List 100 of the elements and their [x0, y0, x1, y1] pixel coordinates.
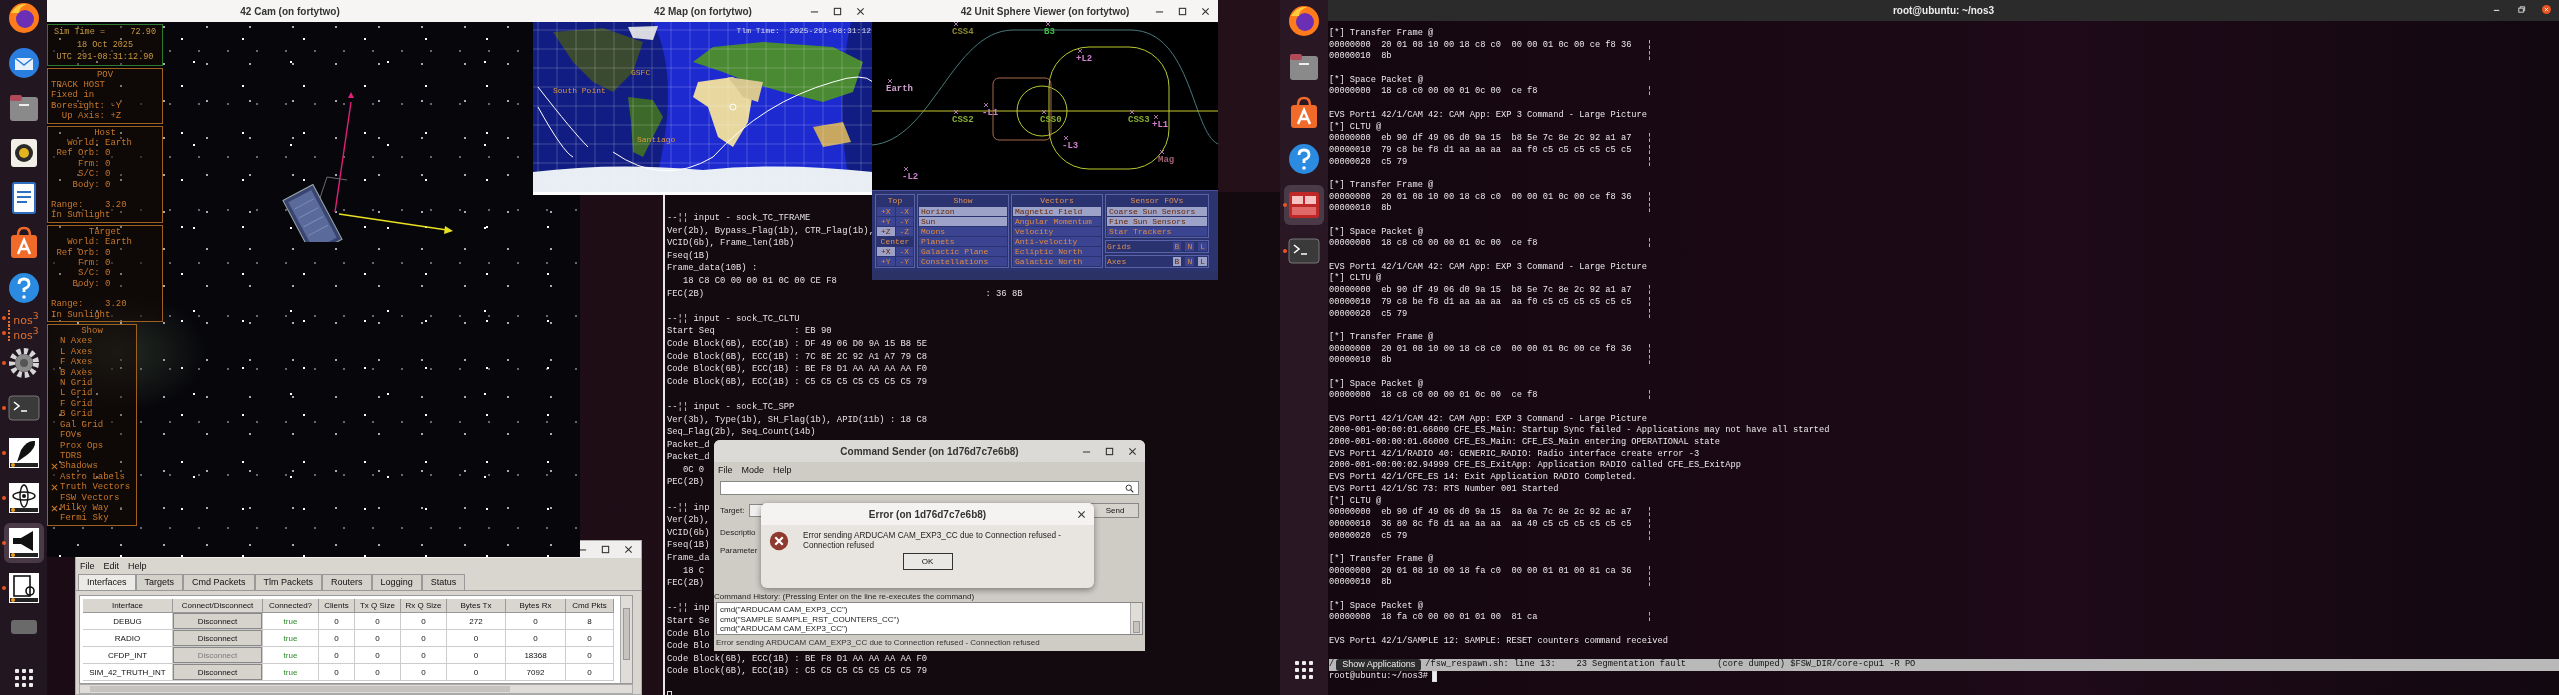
- maximize-icon[interactable]: [833, 7, 842, 16]
- menu-item[interactable]: Mode: [741, 464, 765, 476]
- menu-item[interactable]: File: [80, 560, 95, 572]
- hud-option[interactable]: FSW Vectors: [60, 492, 120, 503]
- disconnect-button[interactable]: Disconnect: [173, 630, 262, 646]
- view-button[interactable]: -X: [895, 206, 913, 216]
- hud-option[interactable]: Gal Grid: [60, 419, 104, 431]
- hud-option[interactable]: B Axes: [60, 367, 93, 379]
- hud-option[interactable]: F Axes: [60, 357, 93, 368]
- check-mark-icon[interactable]: [51, 483, 58, 491]
- menu-item[interactable]: Help: [128, 560, 147, 572]
- toggle-button[interactable]: Magnetic Field: [1013, 206, 1101, 216]
- close-icon[interactable]: [624, 545, 633, 554]
- maximize-icon[interactable]: [601, 545, 610, 554]
- ok-button[interactable]: OK: [902, 553, 953, 570]
- hud-option[interactable]: N Axes: [60, 336, 93, 347]
- close-icon[interactable]: [1128, 447, 1137, 456]
- view-button[interactable]: -Y: [895, 257, 913, 266]
- history-entry[interactable]: cmd("SAMPLE SAMPLE_RST_COUNTERS_CC"): [720, 614, 1127, 624]
- view-button[interactable]: +X: [877, 247, 895, 256]
- send-button[interactable]: Send: [1091, 503, 1139, 518]
- megaphone-icon[interactable]: [3, 522, 44, 563]
- toggle-button[interactable]: B: [1172, 256, 1182, 266]
- menu-item[interactable]: Help: [773, 464, 792, 476]
- column-header[interactable]: Bytes Rx: [506, 599, 566, 613]
- tab[interactable]: Tlm Packets: [254, 574, 323, 590]
- disconnect-button[interactable]: Disconnect: [173, 664, 262, 680]
- disconnect-button[interactable]: Disconnect: [173, 613, 262, 629]
- toggle-button[interactable]: Ecliptic North: [1013, 246, 1101, 256]
- toggle-button[interactable]: N: [1185, 256, 1195, 266]
- toggle-button[interactable]: Star Trackers: [1107, 226, 1207, 236]
- maximize-icon[interactable]: [1178, 7, 1187, 16]
- view-button[interactable]: -Y: [895, 216, 913, 226]
- toggle-button[interactable]: Anti-velocity: [1013, 236, 1101, 246]
- tab[interactable]: Status: [421, 574, 466, 590]
- toggle-button[interactable]: Planets: [919, 236, 1007, 246]
- maximize-icon[interactable]: [1105, 447, 1114, 456]
- column-header[interactable]: Cmd Pkts: [566, 599, 614, 613]
- view-button[interactable]: +Z: [877, 226, 895, 236]
- launcher-logo[interactable]: nos$^{3}$: [8, 324, 39, 342]
- hud-option[interactable]: Prox Ops: [60, 440, 104, 451]
- scrollbar[interactable]: [620, 596, 632, 683]
- toggle-button[interactable]: Sun: [919, 216, 1007, 226]
- column-header[interactable]: Connected?: [263, 599, 319, 613]
- toggle-button[interactable]: Constellations: [919, 256, 1007, 266]
- history-entry[interactable]: cmd("ARDUCAM CAM_EXP3_CC"): [720, 605, 1127, 615]
- hud-option[interactable]: Milky Way: [60, 502, 109, 514]
- hud-option[interactable]: FOVs: [60, 430, 82, 441]
- hud-option[interactable]: Fermi Sky: [60, 513, 109, 524]
- browser-icon[interactable]: [6, 1, 41, 36]
- column-header[interactable]: Clients: [319, 599, 355, 613]
- view-button[interactable]: -X: [895, 247, 913, 256]
- toggle-button[interactable]: Velocity: [1013, 226, 1101, 236]
- check-mark-icon[interactable]: [51, 504, 58, 512]
- search-field[interactable]: [720, 481, 1139, 495]
- restore-icon[interactable]: [2517, 5, 2526, 14]
- column-header[interactable]: Tx Q Size: [355, 599, 401, 613]
- hud-option[interactable]: L Grid: [60, 388, 93, 399]
- tab[interactable]: Routers: [322, 574, 372, 590]
- check-mark-icon[interactable]: [51, 463, 58, 470]
- atom-icon[interactable]: [6, 480, 41, 515]
- hud-option[interactable]: F Grid: [60, 398, 93, 410]
- hud-option[interactable]: Shadows: [60, 461, 98, 472]
- close-icon[interactable]: [1201, 7, 1210, 16]
- close-icon[interactable]: [856, 7, 865, 16]
- hud-option[interactable]: TDRS: [60, 450, 82, 462]
- help-icon[interactable]: [1287, 141, 1321, 176]
- app-window-icon[interactable]: [1284, 184, 1324, 225]
- scrollbar[interactable]: [1130, 603, 1142, 634]
- document-eye-icon[interactable]: [6, 570, 41, 605]
- toggle-button[interactable]: Galactic North: [1013, 256, 1101, 266]
- column-header[interactable]: Interface: [83, 599, 173, 613]
- close-icon[interactable]: [1077, 510, 1086, 519]
- hud-option[interactable]: Truth Vectors: [60, 482, 131, 493]
- scrollbar[interactable]: [79, 684, 633, 694]
- toggle-button[interactable]: N: [1185, 241, 1195, 251]
- tab[interactable]: Targets: [135, 574, 184, 590]
- history-entry[interactable]: cmd("ARDUCAM CAM_EXP3_CC"): [720, 624, 1127, 634]
- column-header[interactable]: Rx Q Size: [401, 599, 447, 613]
- toggle-button[interactable]: L: [1198, 256, 1207, 266]
- launcher-logo[interactable]: nos$^{3}$: [8, 309, 39, 327]
- view-button[interactable]: +Y: [877, 257, 895, 266]
- toggle-button[interactable]: Galactic Plane: [919, 246, 1007, 256]
- toggle-button[interactable]: Angular Momentum: [1013, 216, 1101, 226]
- menu-item[interactable]: Edit: [103, 560, 120, 572]
- mail-icon[interactable]: [6, 46, 41, 81]
- tab[interactable]: Interfaces: [78, 574, 136, 590]
- tab[interactable]: Logging: [371, 574, 422, 590]
- menu-item[interactable]: File: [718, 464, 733, 476]
- toggle-button[interactable]: Moons: [919, 226, 1007, 236]
- column-header[interactable]: Connect/Disconnect: [173, 599, 263, 613]
- view-button[interactable]: +X: [877, 206, 895, 216]
- browser-icon[interactable]: [1287, 3, 1321, 38]
- tab[interactable]: Cmd Packets: [183, 574, 255, 590]
- toggle-button[interactable]: Coarse Sun Sensors: [1107, 206, 1207, 216]
- toggle-button[interactable]: B: [1172, 241, 1182, 251]
- help-icon[interactable]: [6, 271, 41, 306]
- hud-option[interactable]: Astro Labels: [60, 471, 125, 483]
- toggle-button[interactable]: L: [1198, 241, 1207, 251]
- column-header[interactable]: Bytes Tx: [447, 599, 506, 613]
